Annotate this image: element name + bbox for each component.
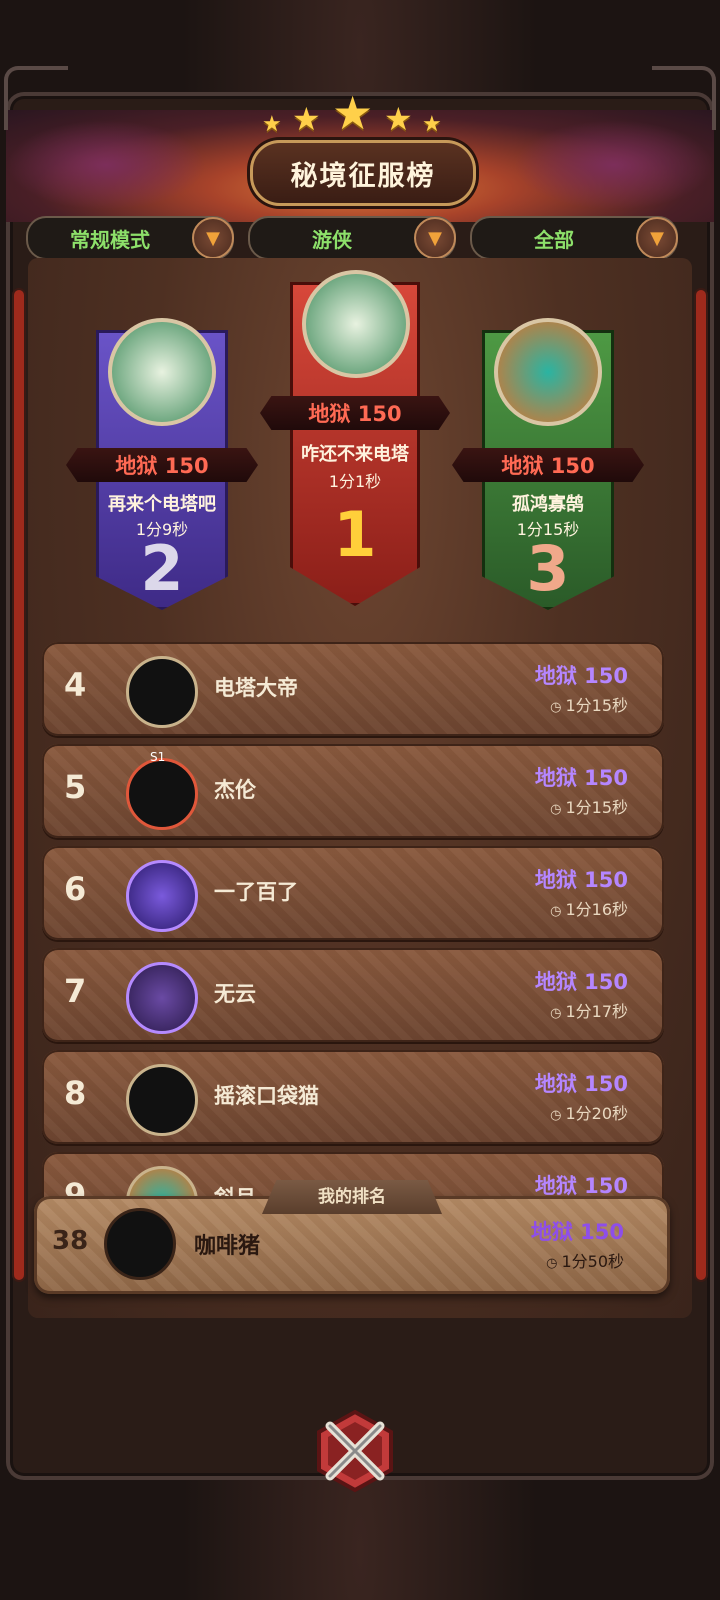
table-row[interactable]: 7 无云 地狱 150 ◷ 1分17秒 [42,948,664,1042]
chevron-down-icon[interactable]: ▼ [636,217,678,259]
clear-time: ◷ 1分15秒 [550,798,628,817]
clear-time: ◷ 1分17秒 [550,1002,628,1021]
panel-rail-left [14,290,24,1280]
rank-number: 5 [64,768,87,806]
podium-second[interactable]: 地狱 150 再来个电塔吧 1分9秒 2 [66,318,258,610]
star-icon: ★ [422,112,442,137]
avatar [494,318,602,426]
player-name: 咖啡猪 [194,1234,261,1259]
close-icon [317,1409,393,1493]
difficulty-label: 地狱 150 [534,1072,628,1096]
clear-time: ◷ 1分20秒 [550,1104,628,1123]
rank-number: 3 [526,532,570,605]
rank-number: 4 [64,666,87,704]
player-name: 杰伦 [214,778,256,802]
clock-icon: ◷ [550,802,562,817]
table-row[interactable]: 5 S1 杰伦 地狱 150 ◷ 1分15秒 [42,744,664,838]
chevron-down-icon[interactable]: ▼ [192,217,234,259]
difficulty-label: 地狱 150 [452,448,644,482]
rank-number: 7 [64,972,87,1010]
avatar [126,656,198,728]
table-row[interactable]: 8 摇滚口袋猫 地狱 150 ◷ 1分20秒 [42,1050,664,1144]
podium-first[interactable]: 地狱 150 咋还不来电塔 1分1秒 1 [260,270,450,606]
clear-time: ◷ 1分15秒 [550,696,628,715]
player-name: 一了百了 [214,880,298,904]
avatar [104,1208,176,1280]
player-name: 孤鸿寡鹄 [512,494,584,515]
player-name: 再来个电塔吧 [108,494,216,515]
star-icon: ★ [292,100,321,138]
scope-filter-label: 全部 [534,227,574,252]
avatar [126,1064,198,1136]
star-rating: ★ ★ ★ ★ ★ [262,86,458,142]
season-badge: S1 [150,750,166,764]
star-icon: ★ [332,86,374,140]
page-title: 秘境征服榜 [250,140,476,206]
player-name: 无云 [214,982,256,1006]
difficulty-label: 地狱 150 [534,868,628,892]
difficulty-label: 地狱 150 [534,766,628,790]
mode-filter-dropdown[interactable]: 常规模式 ▼ [26,216,234,260]
frame-corner-decoration [652,66,716,130]
avatar [126,860,198,932]
rank-number: 1 [333,498,377,571]
star-icon: ★ [384,100,413,138]
rank-number: 8 [64,1074,87,1112]
table-row[interactable]: 4 电塔大帝 地狱 150 ◷ 1分15秒 [42,642,664,736]
player-name: 摇滚口袋猫 [214,1084,319,1108]
rank-number: 38 [52,1226,89,1256]
difficulty-label: 地狱 150 [534,664,628,688]
clock-icon: ◷ [550,1006,562,1021]
avatar [302,270,410,378]
difficulty-label: 地狱 150 [260,396,450,430]
rank-number: 2 [140,532,184,605]
chevron-down-icon[interactable]: ▼ [414,217,456,259]
clock-icon: ◷ [550,1108,562,1123]
clear-time: 1分1秒 [328,472,382,491]
difficulty-label: 地狱 150 [530,1220,624,1244]
panel-rail-right [696,290,706,1280]
rank-number: 6 [64,870,87,908]
clock-icon: ◷ [546,1256,558,1271]
clock-icon: ◷ [550,700,562,715]
frame-corner-decoration [4,66,68,130]
clear-time: ◷ 1分50秒 [546,1252,624,1271]
class-filter-label: 游侠 [312,227,352,252]
player-name: 电塔大帝 [214,676,298,700]
clock-icon: ◷ [550,904,562,919]
mode-filter-label: 常规模式 [70,227,150,252]
scope-filter-dropdown[interactable]: 全部 ▼ [470,216,678,260]
class-filter-dropdown[interactable]: 游侠 ▼ [248,216,456,260]
avatar [108,318,216,426]
podium-third[interactable]: 地狱 150 孤鸿寡鹄 1分15秒 3 [452,318,644,610]
difficulty-label: 地狱 150 [66,448,258,482]
star-icon: ★ [262,112,282,137]
close-button[interactable] [312,1408,398,1494]
avatar [126,758,198,830]
player-name: 咋还不来电塔 [301,444,409,465]
my-rank-tab: 我的排名 [262,1180,442,1214]
difficulty-label: 地狱 150 [534,970,628,994]
table-row[interactable]: 6 一了百了 地狱 150 ◷ 1分16秒 [42,846,664,940]
clear-time: ◷ 1分16秒 [550,900,628,919]
avatar [126,962,198,1034]
